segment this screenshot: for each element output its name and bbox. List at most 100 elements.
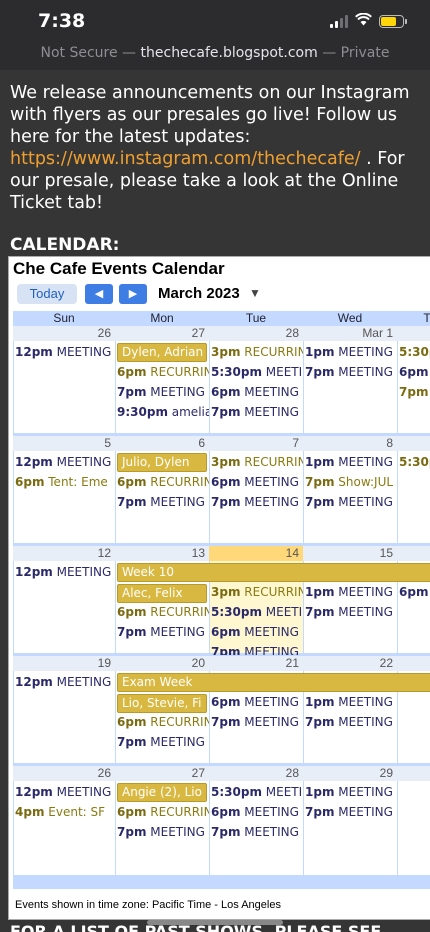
event-name: RECURRIN bbox=[240, 585, 303, 599]
event-chip[interactable]: Alec, Felix bbox=[117, 584, 207, 603]
day-header-t: T bbox=[423, 311, 430, 325]
status-bar: 7:38 bbox=[0, 0, 430, 40]
calendar-event[interactable]: 7pm MEETING bbox=[115, 822, 209, 842]
address-bar[interactable]: Not Secure — thechecafe.blogspot.com — P… bbox=[0, 40, 430, 70]
event-time: 12pm bbox=[15, 345, 53, 359]
event-name: RECURRIN bbox=[146, 715, 209, 729]
calendar-event[interactable]: 6pm Tent: Eme bbox=[13, 472, 115, 492]
calendar-event[interactable]: 6pm MEETING bbox=[209, 622, 303, 642]
calendar-event[interactable]: 6pm RECURRIN bbox=[115, 472, 209, 492]
calendar-event[interactable]: 12pm MEETING bbox=[13, 672, 115, 692]
event-name: RECURRIN bbox=[240, 455, 303, 469]
calendar-event[interactable]: 6pm MEETING bbox=[209, 472, 303, 492]
all-day-event[interactable]: Exam Week bbox=[117, 673, 430, 692]
wifi-icon bbox=[355, 12, 372, 29]
calendar-event[interactable]: 5:30pm MEETIN bbox=[209, 362, 303, 382]
calendar-event[interactable]: 12pm MEETING bbox=[13, 342, 115, 362]
date-number: 14 bbox=[209, 546, 303, 561]
event-name: MEETING bbox=[334, 805, 393, 819]
date-number: 28 bbox=[209, 326, 303, 341]
calendar-event[interactable]: 7pm MEETING bbox=[115, 622, 209, 642]
calendar-event[interactable]: 12pm MEETING bbox=[13, 452, 115, 472]
calendar-event[interactable]: 6pm MEETING bbox=[209, 692, 303, 712]
event-name: MEETING bbox=[334, 585, 393, 599]
calendar-event[interactable]: 5:30pm MEETIN bbox=[209, 602, 303, 622]
calendar-event[interactable]: 12pm MEETING bbox=[13, 562, 115, 582]
calendar-event[interactable]: 5:30pm bbox=[397, 342, 430, 362]
calendar-event[interactable]: 6pm RECURRIN bbox=[115, 362, 209, 382]
calendar-event[interactable]: 7pm MEETING bbox=[115, 732, 209, 752]
event-name: MEETING bbox=[146, 495, 205, 509]
event-time: 1pm bbox=[305, 585, 335, 599]
date-number: 20 bbox=[115, 656, 209, 671]
calendar-event[interactable]: 7pm Show:JUL bbox=[303, 472, 397, 492]
event-name: Tent: Eme bbox=[44, 475, 108, 489]
calendar-event[interactable]: 7pm MEETING bbox=[209, 822, 303, 842]
calendar-event[interactable]: 1pm MEETING bbox=[303, 692, 397, 712]
calendar-event[interactable]: 6pm MEETING bbox=[209, 802, 303, 822]
calendar-event[interactable]: 3pm RECURRIN bbox=[209, 342, 303, 362]
calendar-event[interactable]: 5:30pm bbox=[397, 452, 430, 472]
instagram-link[interactable]: https://www.instagram.com/thechecafe/ bbox=[10, 149, 361, 169]
event-time: 6pm bbox=[117, 605, 147, 619]
event-chip[interactable]: Dylen, Adrian bbox=[117, 343, 207, 362]
date-number: 15 bbox=[303, 546, 397, 561]
calendar-event[interactable]: 6pm MI bbox=[397, 582, 430, 602]
today-button[interactable]: Today bbox=[17, 284, 77, 304]
calendar-event[interactable]: 3pm RECURRIN bbox=[209, 582, 303, 602]
event-time: 4pm bbox=[15, 805, 45, 819]
event-chip[interactable]: Julio, Dylen bbox=[117, 453, 207, 472]
calendar-event[interactable]: 1pm MEETING bbox=[303, 342, 397, 362]
date-number bbox=[397, 546, 430, 561]
event-chip[interactable]: Lio, Stevie, Fi bbox=[117, 694, 207, 713]
prev-month-button[interactable]: ◀ bbox=[85, 284, 113, 304]
calendar-event[interactable]: 7pm MEETING bbox=[209, 712, 303, 732]
calendar-event[interactable]: 1pm MEETING bbox=[303, 452, 397, 472]
calendar-event[interactable]: 7pm MEETING bbox=[209, 402, 303, 422]
chevron-down-icon[interactable]: ▼ bbox=[249, 286, 261, 300]
calendar-event[interactable]: 1pm MEETING bbox=[303, 782, 397, 802]
calendar-event[interactable]: 5:30pm MEETIN bbox=[209, 782, 303, 802]
calendar-event[interactable]: 6pm MEETING bbox=[209, 382, 303, 402]
event-name: MEETING bbox=[334, 695, 393, 709]
calendar-event[interactable]: 4pm Event: SF bbox=[13, 802, 115, 822]
calendar-event[interactable]: 7pm MEETING bbox=[303, 362, 397, 382]
calendar-event[interactable]: 7pm Sh bbox=[397, 382, 430, 402]
calendar-event[interactable]: 7pm MEETING bbox=[303, 802, 397, 822]
calendar-event[interactable]: 1pm MEETING bbox=[303, 582, 397, 602]
event-name: RECURRIN bbox=[146, 365, 209, 379]
calendar-event[interactable]: 6pm MI bbox=[397, 362, 430, 382]
event-time: 7pm bbox=[211, 825, 241, 839]
calendar-event[interactable]: 7pm MEETING bbox=[303, 712, 397, 732]
calendar-event[interactable]: 7pm MEETING bbox=[115, 382, 209, 402]
calendar-event[interactable]: 6pm RECURRIN bbox=[115, 802, 209, 822]
calendar-event[interactable]: 7pm MEETING bbox=[303, 602, 397, 622]
calendar-event[interactable]: 6pm RECURRIN bbox=[115, 712, 209, 732]
next-month-button[interactable]: ▶ bbox=[119, 284, 147, 304]
event-time: 6pm bbox=[117, 365, 147, 379]
event-time: 7pm bbox=[305, 605, 335, 619]
event-name: MEETING bbox=[146, 735, 205, 749]
calendar-event[interactable]: 7pm MEETING bbox=[303, 492, 397, 512]
day-cell[interactable] bbox=[397, 766, 430, 875]
day-header-mon: Mon bbox=[150, 311, 174, 325]
event-name: MEETING bbox=[240, 385, 299, 399]
event-chip[interactable]: Angie (2), Lio bbox=[117, 783, 207, 802]
day-header-tue: Tue bbox=[245, 311, 267, 325]
event-name: Event: SF bbox=[44, 805, 106, 819]
date-number: 12 bbox=[13, 546, 115, 561]
calendar-event[interactable]: 12pm MEETING bbox=[13, 782, 115, 802]
calendar-event[interactable]: 9:30pm amelia ( bbox=[115, 402, 209, 422]
calendar-event[interactable]: 3pm RECURRIN bbox=[209, 452, 303, 472]
event-time: 12pm bbox=[15, 565, 53, 579]
event-time: 7pm bbox=[305, 495, 335, 509]
calendar-event[interactable]: 7pm MEETING bbox=[115, 492, 209, 512]
event-time: 1pm bbox=[305, 785, 335, 799]
all-day-event[interactable]: Week 10 bbox=[117, 563, 430, 582]
calendar-week: 5 6 7 8 Julio, Dylen 12pm MEETING 6pm Tent: Em… bbox=[13, 435, 430, 543]
event-time: 7pm bbox=[305, 365, 335, 379]
event-name: MEETING bbox=[240, 715, 299, 729]
calendar-event[interactable]: 7pm MEETING bbox=[209, 492, 303, 512]
calendar-event[interactable]: 6pm RECURRIN bbox=[115, 602, 209, 622]
event-time: 6pm bbox=[15, 475, 45, 489]
